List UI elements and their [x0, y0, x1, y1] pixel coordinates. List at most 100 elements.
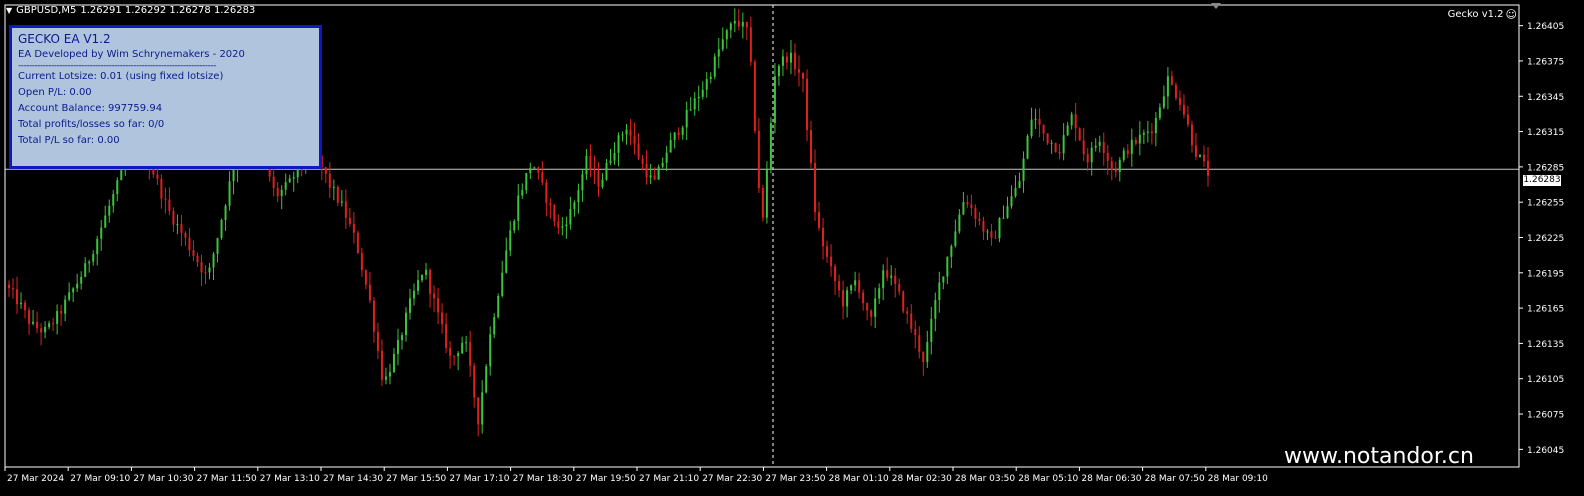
candle-body	[1086, 154, 1089, 163]
candle-body	[8, 284, 11, 288]
candle-body	[1134, 139, 1137, 144]
candle-body	[894, 275, 897, 284]
candle-body	[661, 162, 664, 167]
candle-body	[1066, 125, 1069, 136]
candle-body	[934, 300, 937, 319]
dropdown-triangle-icon[interactable]: ▼	[6, 6, 12, 15]
candle-body	[1126, 150, 1129, 154]
smiley-icon: ☺	[1505, 8, 1517, 21]
candle-body	[481, 392, 484, 425]
y-tick-label: 1.26195	[1527, 269, 1564, 279]
candle-body	[48, 323, 51, 328]
candle-body	[541, 172, 544, 183]
x-tick-label: 27 Mar 10:30	[133, 474, 193, 484]
candle-body	[344, 201, 347, 218]
candle-body	[465, 342, 468, 344]
candle-body	[777, 65, 780, 77]
candle-body	[433, 293, 436, 299]
candle-body	[974, 207, 977, 219]
candle-body	[332, 186, 335, 188]
candle-body	[184, 233, 187, 238]
expert-advisor-label[interactable]: Gecko v1.2 ☺	[1448, 8, 1517, 21]
x-tick-label: 28 Mar 06:30	[1081, 474, 1141, 484]
candle-body	[1042, 124, 1045, 134]
candle-body	[232, 169, 235, 182]
panel-line-lotsize: Current Lotsize: 0.01 (using fixed lotsi…	[18, 71, 224, 82]
candle-body	[998, 218, 1001, 239]
candle-body	[669, 140, 672, 153]
ea-info-panel: GECKO EA V1.2 EA Developed by Wim Schryn…	[9, 25, 322, 169]
candle-body	[649, 175, 652, 178]
chart-shift-marker-icon[interactable]	[1211, 3, 1221, 9]
x-tick-label: 27 Mar 11:50	[197, 474, 257, 484]
candle-body	[196, 255, 199, 263]
candle-body	[88, 261, 91, 264]
candle-body	[160, 178, 163, 199]
candle-body	[609, 160, 612, 163]
candle-body	[854, 280, 857, 286]
price-chart[interactable]: 1.26405 1.26375 1.26345 1.26315 1.26285 1.262…	[0, 0, 1584, 496]
candle-body	[805, 78, 808, 131]
y-tick-label: 1.26165	[1527, 305, 1564, 315]
candle-body	[653, 175, 656, 180]
candle-body	[352, 223, 355, 233]
candle-body	[324, 167, 327, 174]
candle-body	[705, 79, 708, 90]
y-tick-label: 1.26075	[1527, 411, 1564, 421]
candle-body	[1186, 114, 1189, 125]
candle-body	[569, 209, 572, 225]
candle-body	[657, 166, 660, 180]
quote-values: 1.26291 1.26292 1.26278 1.26283	[80, 5, 256, 16]
candle-body	[601, 179, 604, 187]
candle-body	[292, 177, 295, 179]
x-tick-label: 27 Mar 22:30	[702, 474, 762, 484]
candle-body	[1190, 124, 1193, 146]
candle-body	[461, 342, 464, 354]
candle-body	[741, 21, 744, 27]
candle-body	[116, 180, 119, 195]
y-tick-label: 1.26045	[1527, 446, 1564, 456]
candle-body	[717, 49, 720, 57]
candle-body	[284, 182, 287, 190]
candle-body	[966, 202, 969, 205]
y-tick-label: 1.26315	[1527, 128, 1564, 138]
candle-body	[92, 254, 95, 262]
candle-body	[1162, 96, 1165, 108]
candle-body	[641, 158, 644, 164]
y-tick-label: 1.26375	[1527, 57, 1564, 67]
y-tick-label: 1.26255	[1527, 199, 1564, 209]
candle-body	[376, 331, 379, 351]
symbol-label: GBPUSD,M5	[16, 5, 77, 16]
candle-body	[1046, 133, 1049, 144]
candle-body	[409, 298, 412, 313]
candle-body	[633, 135, 636, 144]
candle-body	[1174, 85, 1177, 98]
candle-body	[709, 76, 712, 80]
candle-body	[938, 282, 941, 301]
panel-line-open-pl: Open P/L: 0.00	[18, 87, 92, 98]
candle-body	[417, 280, 420, 291]
candle-body	[673, 132, 676, 141]
candle-body	[793, 52, 796, 70]
candle-body	[489, 334, 492, 367]
x-tick-label: 27 Mar 21:10	[639, 474, 699, 484]
candle-body	[20, 302, 23, 305]
candle-body	[525, 173, 528, 191]
candle-body	[112, 194, 115, 206]
candle-body	[60, 310, 63, 314]
candle-body	[1082, 140, 1085, 155]
candle-body	[1110, 160, 1113, 170]
candle-body	[212, 253, 215, 268]
candle-body	[1130, 139, 1133, 154]
candle-body	[785, 56, 788, 63]
candle-body	[1038, 118, 1041, 125]
candle-body	[1150, 131, 1153, 134]
x-tick-label: 28 Mar 02:30	[892, 474, 952, 484]
candle-body	[425, 269, 428, 275]
candle-body	[533, 167, 536, 169]
candle-body	[990, 231, 993, 238]
candle-body	[689, 109, 692, 111]
panel-line-balance: Account Balance: 997759.94	[18, 103, 163, 114]
candle-body	[1074, 114, 1077, 129]
candle-body	[617, 135, 620, 153]
